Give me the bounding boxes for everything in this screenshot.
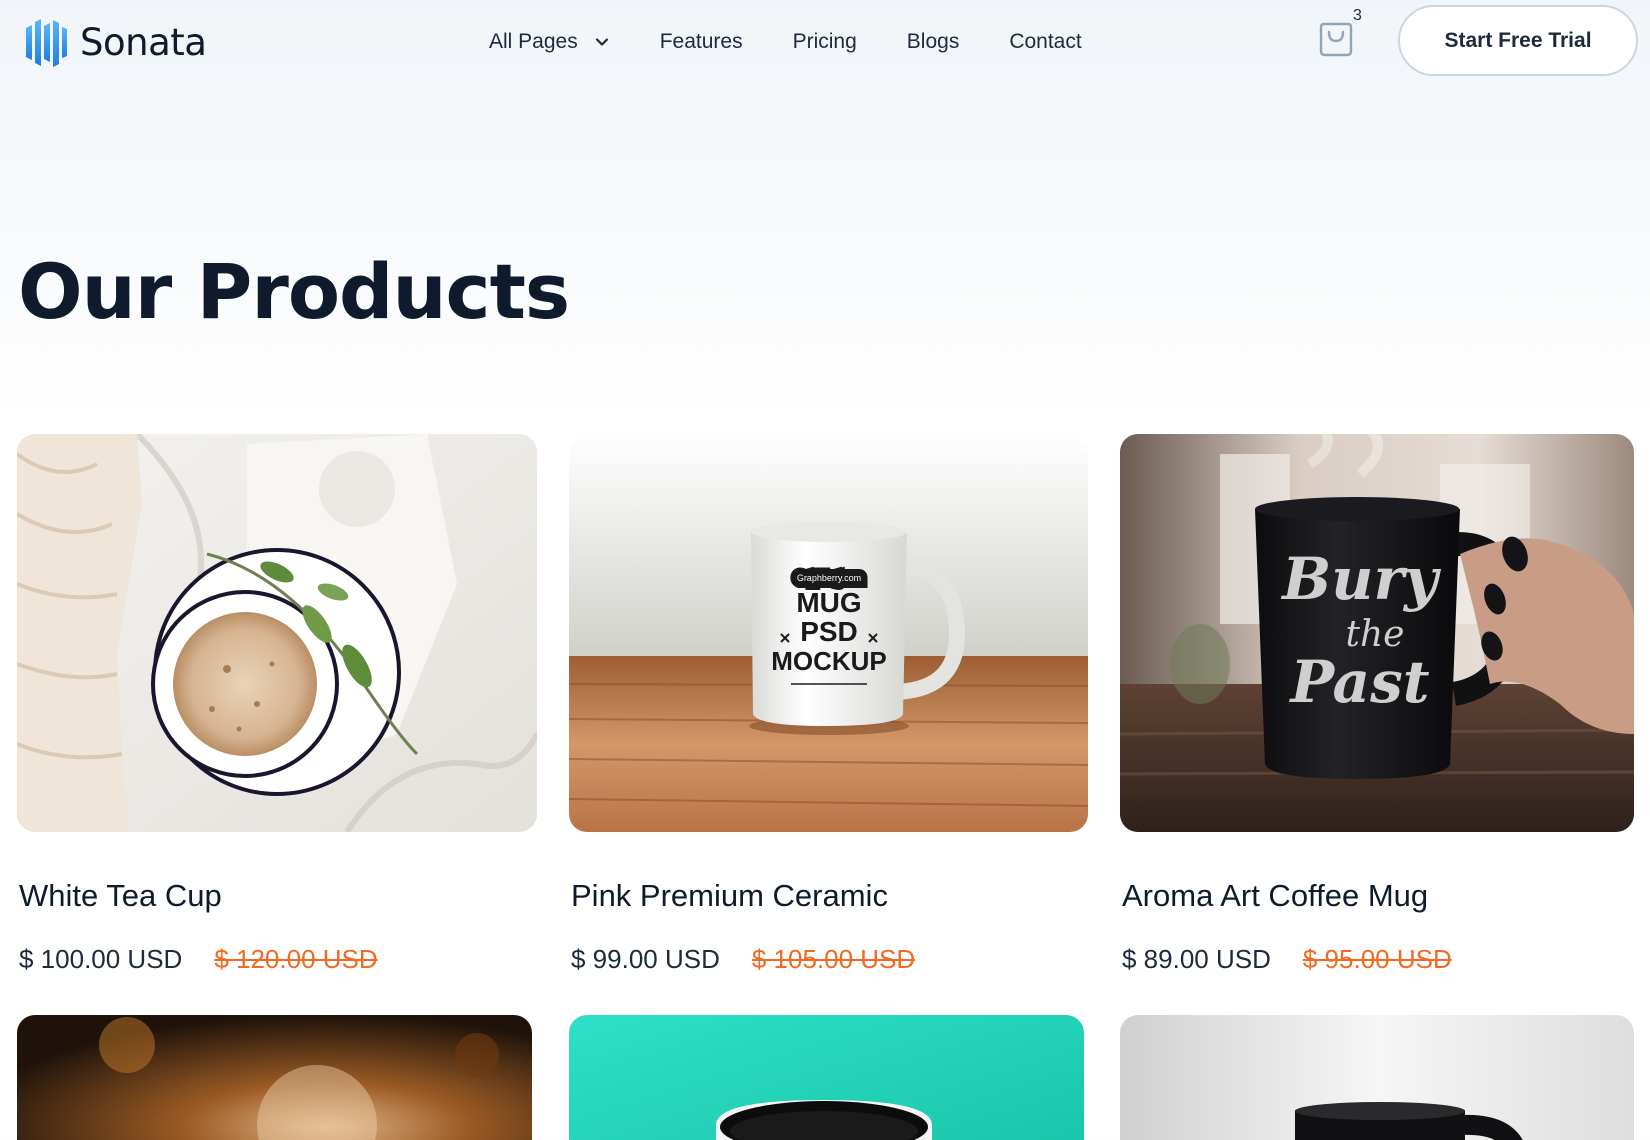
product-price: $ 100.00 USD: [19, 944, 183, 974]
product-old-price: $ 95.00 USD: [1302, 944, 1452, 974]
shopping-bag-icon: [1319, 22, 1353, 57]
site-header: Sonata All Pages Features Pricing Blogs …: [0, 0, 1650, 84]
nav-item-all-pages[interactable]: All Pages: [489, 30, 610, 54]
product-old-price: $ 120.00 USD: [214, 944, 378, 974]
page-title: Our Products: [18, 247, 570, 336]
product-image-teal-mug[interactable]: [569, 1015, 1084, 1140]
product-price-row: $ 89.00 USD $ 95.00 USD: [1122, 944, 1452, 975]
nav-item-label: All Pages: [489, 30, 578, 53]
product-price: $ 89.00 USD: [1122, 944, 1271, 974]
sonata-logo-icon: [26, 19, 67, 67]
mug-print-bury: Bury: [1280, 545, 1442, 613]
product-title[interactable]: White Tea Cup: [19, 878, 222, 914]
product-image-warm-blur[interactable]: [17, 1015, 532, 1140]
nav-item-contact[interactable]: Contact: [1009, 30, 1081, 54]
product-card: Bury the Past Aroma Art Coffee Mug $ 89.…: [1120, 434, 1634, 994]
brand-name: Sonata: [80, 20, 207, 64]
nav-item-pricing[interactable]: Pricing: [793, 30, 857, 54]
mockup-word-mug: MUG: [796, 587, 861, 618]
mockup-word-psd: PSD: [800, 616, 858, 647]
main-nav: All Pages Features Pricing Blogs Contact: [489, 26, 1082, 58]
product-price: $ 99.00 USD: [571, 944, 720, 974]
product-price-row: $ 99.00 USD $ 105.00 USD: [571, 944, 915, 975]
product-title[interactable]: Aroma Art Coffee Mug: [1122, 878, 1428, 914]
product-card: White Tea Cup $ 100.00 USD $ 120.00 USD: [17, 434, 537, 994]
product-image-mug-mockup[interactable]: Graphberry.com MUG PSD MOCKUP: [569, 434, 1088, 832]
product-image-latte-cup[interactable]: [17, 434, 537, 832]
product-old-price: $ 105.00 USD: [751, 944, 916, 974]
product-card: [1120, 1015, 1634, 1140]
start-free-trial-button[interactable]: Start Free Trial: [1398, 5, 1638, 76]
nav-item-features[interactable]: Features: [660, 30, 743, 54]
nav-item-blogs[interactable]: Blogs: [907, 30, 960, 54]
brand-logo[interactable]: Sonata: [22, 14, 207, 70]
product-price-row: $ 100.00 USD $ 120.00 USD: [19, 944, 378, 975]
cart-count-badge: 3: [1353, 7, 1362, 24]
mockup-ribbon: Graphberry.com: [797, 573, 861, 583]
product-card: [17, 1015, 532, 1140]
mug-print-past: Past: [1288, 648, 1429, 716]
product-title[interactable]: Pink Premium Ceramic: [571, 878, 888, 914]
cart-button[interactable]: 3: [1313, 7, 1363, 63]
product-card: [569, 1015, 1084, 1140]
product-image-black-mug[interactable]: Bury the Past: [1120, 434, 1634, 832]
product-card: Graphberry.com MUG PSD MOCKUP Pink Premi…: [569, 434, 1088, 994]
product-image-black-mug-grey[interactable]: [1120, 1015, 1634, 1140]
mockup-word-mockup: MOCKUP: [771, 646, 887, 676]
chevron-down-icon: [595, 38, 608, 46]
